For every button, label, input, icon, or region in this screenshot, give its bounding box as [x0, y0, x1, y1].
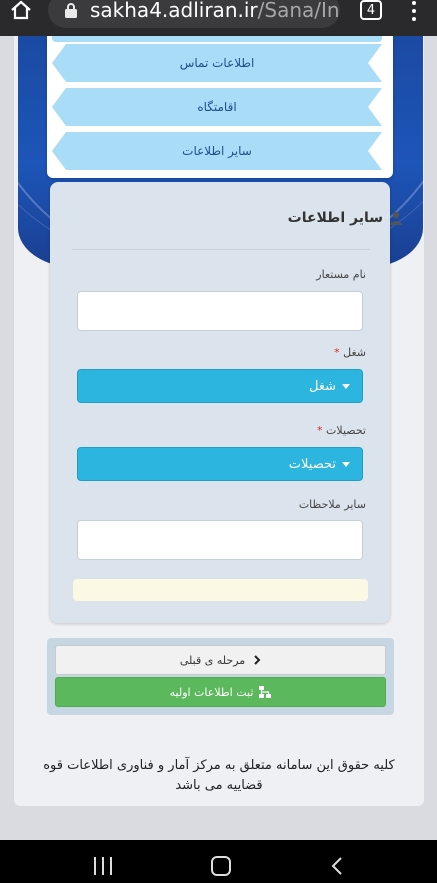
submit-initial-info-label: ثبت اطلاعات اولیه: [169, 685, 254, 699]
required-mark: *: [334, 346, 340, 359]
notes-label: سایر ملاحظات: [298, 498, 366, 511]
message-box: [73, 579, 368, 601]
job-label-text: شغل: [343, 346, 366, 359]
user-icon: [390, 211, 402, 225]
previous-step-label: مرحله ی قبلی: [179, 653, 246, 667]
job-label: شغل *: [334, 346, 366, 359]
job-select[interactable]: شغل: [77, 369, 363, 403]
previous-step-button[interactable]: مرحله ی قبلی: [55, 645, 386, 675]
panel-title: سایر اطلاعات: [288, 210, 403, 226]
alias-label: نام مستعار: [316, 268, 366, 281]
panel-divider: [72, 249, 370, 250]
lock-icon: [65, 3, 77, 18]
notes-input[interactable]: [77, 520, 363, 560]
chevron-down-icon: [342, 461, 350, 467]
education-select[interactable]: تحصیلات: [77, 447, 363, 481]
education-select-value: تحصیلات: [288, 456, 336, 472]
menu-item-residence[interactable]: اقامتگاه: [52, 88, 382, 126]
menu-item-contact-info[interactable]: اطلاعات تماس: [52, 44, 382, 82]
alias-input[interactable]: [77, 291, 363, 331]
chevron-down-icon: [342, 383, 350, 389]
tab-switcher-button[interactable]: 4: [360, 0, 382, 20]
job-select-value: شغل: [308, 378, 336, 394]
home-icon[interactable]: [8, 0, 34, 20]
panel-title-text: سایر اطلاعات: [287, 210, 383, 226]
browser-toolbar: sakha4.adliran.ir/Sana/Inde 4: [0, 0, 437, 36]
education-label-text: تحصیلات: [326, 424, 366, 437]
menu-item-other-info[interactable]: سایر اطلاعات: [52, 132, 382, 170]
home-nav-icon[interactable]: [211, 856, 231, 876]
chevron-right-icon: [254, 655, 261, 665]
address-bar[interactable]: sakha4.adliran.ir/Sana/Inde: [48, 0, 340, 28]
education-label: تحصیلات *: [317, 424, 366, 437]
required-mark: *: [317, 424, 323, 437]
step-menu-top-edge: [52, 36, 382, 42]
recent-apps-icon[interactable]: [94, 857, 112, 875]
url-host: sakha4.adliran.ir: [90, 0, 258, 22]
submit-initial-info-button[interactable]: ثبت اطلاعات اولیه: [55, 677, 386, 707]
copyright-text: کلیه حقوق این سامانه متعلق به مرکز آمار …: [43, 758, 395, 793]
url-path: /Sana/Inde: [257, 0, 340, 22]
overflow-menu-icon[interactable]: [408, 0, 420, 22]
back-icon[interactable]: [330, 856, 344, 876]
hierarchy-icon: [259, 686, 272, 698]
